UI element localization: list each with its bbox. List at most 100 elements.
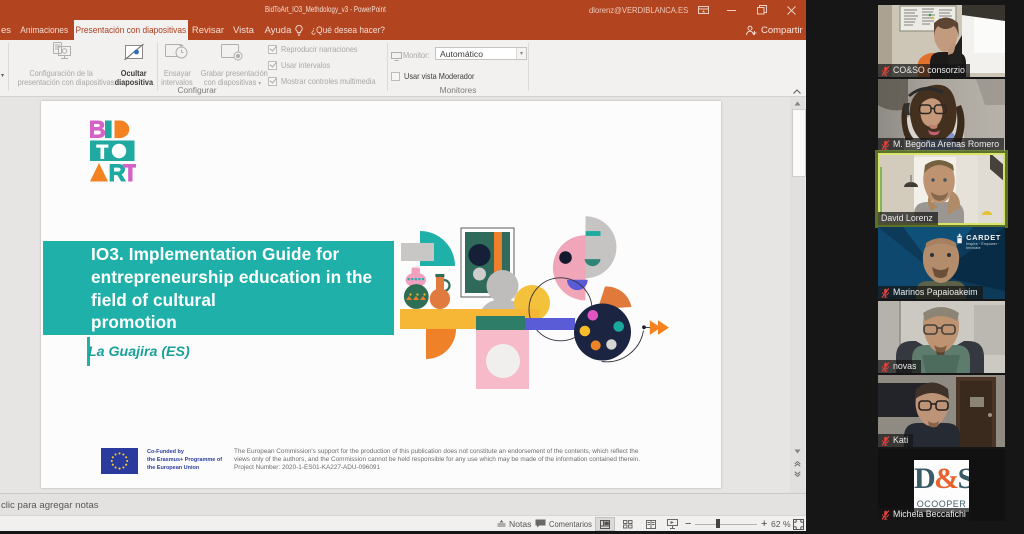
setup-slideshow-icon xyxy=(49,41,75,65)
share-person-icon xyxy=(745,25,757,36)
participant-name-label: M. Begoña Arenas Romero xyxy=(878,138,1004,151)
zoom-slider-track[interactable] xyxy=(695,524,757,525)
check-usar-intervalos[interactable]: Usar intervalos xyxy=(268,60,337,70)
participant-name-label: Michela Beccafichi xyxy=(878,508,971,521)
tab-presentacion-con-diapositivas[interactable]: Presentación con diapositivas xyxy=(74,20,188,40)
group-label-configurar: Configurar xyxy=(140,85,254,95)
participant-name-label: novas xyxy=(878,360,921,373)
lightbulb-icon xyxy=(295,25,303,36)
reading-view-icon xyxy=(646,520,656,529)
participant-tile-marinos[interactable]: CARDET Inspire · Empower · Innovate Mari… xyxy=(878,227,1005,299)
powerpoint-window: BidToArt_IO3_Methdology_v3 - PowerPoint … xyxy=(0,0,806,531)
tab-vista[interactable]: Vista xyxy=(228,20,259,40)
title-line-3: field of cultural xyxy=(91,289,372,312)
decorative-artwork xyxy=(395,210,680,392)
slideshow-view-icon xyxy=(667,519,678,529)
notes-toggle[interactable]: Notas xyxy=(497,516,531,531)
zoom-in-button[interactable]: + xyxy=(761,516,767,531)
slideshow-view-button[interactable] xyxy=(662,517,682,531)
tab-animaciones[interactable]: Animaciones xyxy=(14,20,74,40)
cutoff-dropdown-arrow[interactable]: ▾ xyxy=(1,72,4,79)
tab-revisar[interactable]: Revisar xyxy=(188,20,228,40)
title-line-1: IO3. Implementation Guide for xyxy=(91,243,372,266)
notes-placeholder: clic para agregar notas xyxy=(1,500,99,511)
participant-tile-coso[interactable]: CO&SO consorzio xyxy=(878,5,1005,77)
participant-tile-david[interactable]: David Lorenz xyxy=(878,153,1005,225)
participant-tile-michela[interactable]: D&S OCOOPER Michela Beccafichi xyxy=(878,449,1005,521)
check-mostrar-controles[interactable]: Mostrar controles multimedia xyxy=(268,76,389,86)
slide-sorter-view-button[interactable] xyxy=(618,517,638,531)
zoom-slider-handle[interactable] xyxy=(716,519,720,528)
cofunded-text: Co-Funded by the Erasmus+ Programme of t… xyxy=(147,449,222,473)
reading-view-button[interactable] xyxy=(641,517,661,531)
participant-tile-kati[interactable]: Kati xyxy=(878,375,1005,447)
minimize-button[interactable] xyxy=(717,0,747,20)
slide-sorter-icon xyxy=(623,520,633,529)
title-line-2: entrepreneurship education in the xyxy=(91,266,372,289)
hide-slide-icon xyxy=(122,41,146,65)
monitor-dropdown[interactable]: Automático ▾ xyxy=(435,47,527,60)
comments-icon xyxy=(535,519,546,528)
muted-mic-icon xyxy=(881,288,890,298)
participant-tile-novas[interactable]: novas xyxy=(878,301,1005,373)
cardet-logo: CARDET Inspire · Empower · Innovate xyxy=(956,232,1005,250)
ds-logo: D&S OCOOPER xyxy=(914,460,969,512)
muted-mic-icon xyxy=(881,140,890,150)
participant-name-label: David Lorenz xyxy=(878,212,938,225)
svg-text:T: T xyxy=(123,160,136,182)
zoom-out-button[interactable]: − xyxy=(685,516,691,531)
screen: BidToArt_IO3_Methdology_v3 - PowerPoint … xyxy=(0,0,1024,534)
ribbon-display-options-icon[interactable] xyxy=(688,0,718,20)
ribbon-tab-row: es Animaciones Presentación con diaposit… xyxy=(0,20,806,40)
disclaimer-text: The European Commission's support for th… xyxy=(234,448,640,471)
tab-ayuda[interactable]: Ayuda xyxy=(259,20,297,40)
monitor-label: Monitor: xyxy=(403,50,433,60)
muted-mic-icon xyxy=(881,436,890,446)
muted-mic-icon xyxy=(881,66,890,76)
hide-slide-button[interactable]: Ocultardiapositiva xyxy=(112,41,156,87)
title-bar: BidToArt_IO3_Methdology_v3 - PowerPoint … xyxy=(0,0,806,20)
comments-toggle[interactable]: Comentarios xyxy=(535,516,598,531)
normal-view-button[interactable] xyxy=(595,517,615,531)
eu-flag xyxy=(101,448,138,474)
muted-mic-icon xyxy=(881,362,890,372)
svg-text:B: B xyxy=(90,119,106,144)
zoom-level[interactable]: 62 % xyxy=(771,516,791,531)
slide[interactable]: B T R T IO3. Implementation Guide for en… xyxy=(41,101,721,488)
window-title: BidToArt_IO3_Methdology_v3 - PowerPoint xyxy=(265,4,433,14)
normal-view-icon xyxy=(600,520,610,529)
participant-tile-begona[interactable]: M. Begoña Arenas Romero xyxy=(878,79,1005,151)
restore-button[interactable] xyxy=(747,0,777,20)
participant-name-label: CO&SO consorzio xyxy=(878,64,970,77)
record-slideshow-button[interactable]: Grabar presentacióncon diapositivas ▾ xyxy=(196,41,268,89)
ds-logo-text: D&S xyxy=(914,462,969,495)
check-usar-vista-moderador[interactable]: Usar vista Moderador xyxy=(391,71,484,81)
video-participants-strip: CO&SO consorzio xyxy=(806,0,1024,534)
status-bar: Notas Comentarios − + 62 % xyxy=(0,515,806,531)
check-reproducir-narraciones[interactable]: Reproducir narraciones xyxy=(268,44,368,54)
muted-mic-icon xyxy=(881,510,890,520)
title-banner: IO3. Implementation Guide for entreprene… xyxy=(43,241,394,335)
rehearse-timings-button[interactable]: Ensayarintervalos xyxy=(158,41,196,87)
account-name: dlorenz@VERDIBLANCA.ES xyxy=(589,5,699,15)
notes-pane[interactable]: clic para agregar notas xyxy=(0,493,806,516)
scroll-down-icon xyxy=(790,445,805,457)
next-slide-icon xyxy=(790,468,805,480)
close-button[interactable] xyxy=(776,0,806,20)
bidtoart-logo: B T R T xyxy=(90,119,136,182)
scroll-up-icon xyxy=(790,97,805,109)
fit-slide-to-window-button[interactable] xyxy=(790,517,806,531)
group-label-monitores: Monitores xyxy=(401,85,515,95)
tab-tell-me[interactable]: ¿Qué desea hacer? xyxy=(298,20,386,40)
collapse-ribbon-icon[interactable] xyxy=(793,87,801,96)
share-button[interactable]: Compartir xyxy=(745,20,803,40)
setup-slideshow-button[interactable]: Configuración de lapresentación con diap… xyxy=(11,41,112,87)
scrollbar-thumb[interactable] xyxy=(792,109,806,177)
vertical-scrollbar[interactable] xyxy=(790,97,805,493)
slide-canvas: B T R T IO3. Implementation Guide for en… xyxy=(0,97,806,493)
ribbon: ▾ Configuración de lapresentación con di… xyxy=(0,40,806,97)
slide-subtitle: La Guajira (ES) xyxy=(88,344,190,360)
rehearse-timings-icon xyxy=(164,41,190,65)
participant-name-label: Marinos Papaioakeim xyxy=(878,286,983,299)
record-slideshow-icon xyxy=(219,41,245,65)
